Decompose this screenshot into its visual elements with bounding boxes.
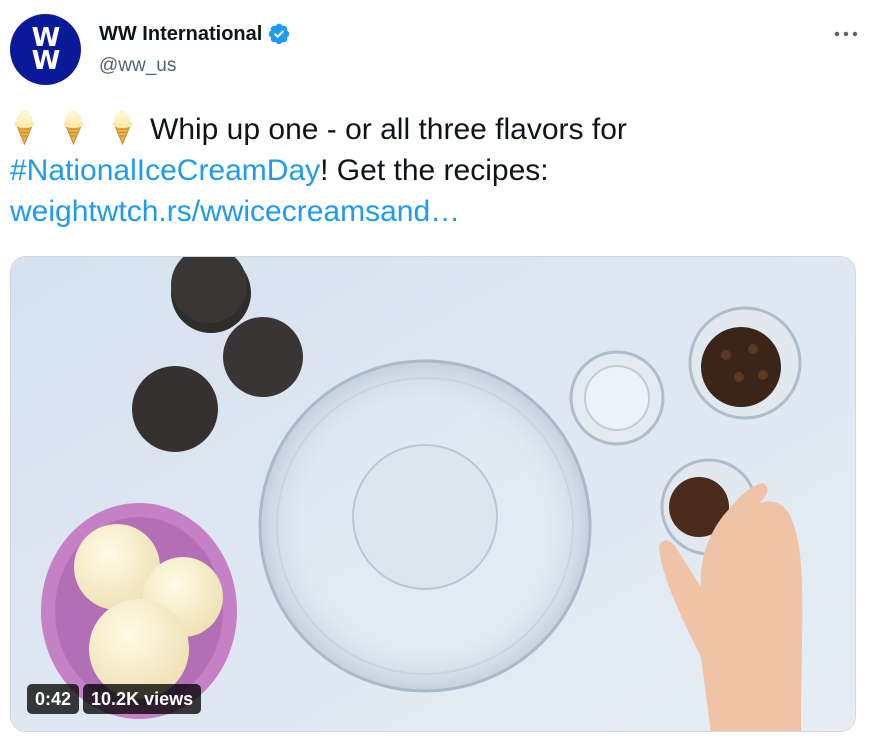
- tweet-text-after-hashtag: ! Get the recipes:: [320, 154, 549, 187]
- ice-cream-cone-icon: [14, 110, 35, 145]
- recipe-url-link[interactable]: weightwtch.rs/wwicecreamsand…: [10, 195, 460, 228]
- author-name-line[interactable]: WW International: [99, 22, 291, 46]
- hashtag-link[interactable]: #NationalIceCreamDay: [10, 154, 320, 187]
- tweet-text-line1: Whip up one - or all three flavors for: [150, 113, 627, 146]
- handle[interactable]: @ww_us: [99, 55, 176, 77]
- video-player[interactable]: [10, 256, 856, 732]
- video-duration-badge: 0:42: [27, 684, 80, 714]
- ice-cream-cone-icon: [63, 110, 84, 145]
- video-badges: 0:42 10.2K views: [27, 684, 202, 714]
- video-views-badge: 10.2K views: [83, 684, 202, 714]
- verified-badge-icon: [269, 23, 290, 45]
- tweet-text: Whip up one - or all three flavors for #N…: [10, 109, 860, 232]
- more-options-icon[interactable]: [828, 22, 864, 46]
- avatar[interactable]: WW: [10, 14, 81, 85]
- glass-bowl: [258, 359, 592, 693]
- ice-cream-cone-icon: [112, 110, 133, 145]
- ww-logo: WW: [31, 22, 61, 76]
- tweet-header: WW WW International @ww_us: [10, 12, 864, 92]
- small-glass-bowl: [569, 350, 665, 446]
- chocolate-chips-bowl: [688, 306, 802, 420]
- display-name[interactable]: WW International: [99, 23, 262, 46]
- video-frame[interactable]: [11, 257, 856, 732]
